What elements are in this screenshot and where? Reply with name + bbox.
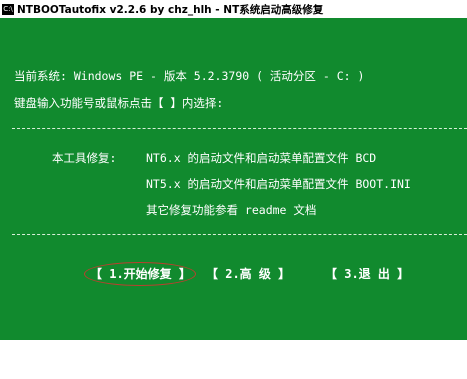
repair-item-readme: 其它修复功能参看 readme 文档 — [146, 203, 317, 217]
prompt-line: 键盘输入功能号或鼠标点击【 】内选择: — [14, 96, 224, 110]
exit-button[interactable]: 【 3.退 出 】 — [325, 266, 409, 282]
divider-bottom — [12, 234, 467, 236]
divider-top — [12, 128, 467, 130]
repair-intro-label: 本工具修复: — [52, 151, 117, 165]
window-title: NTBOOTautofix v2.2.6 by chz_hlh - NT系统启动… — [17, 3, 324, 16]
advanced-button[interactable]: 【 2.高 级 】 — [206, 266, 290, 282]
start-repair-button[interactable]: 【 1.开始修复 】 — [90, 266, 191, 282]
title-bar[interactable]: C:\ NTBOOTautofix v2.2.6 by chz_hlh - NT… — [0, 0, 467, 18]
repair-item-nt5: NT5.x 的启动文件和启动菜单配置文件 BOOT.INI — [146, 177, 411, 191]
repair-item-nt6: NT6.x 的启动文件和启动菜单配置文件 BCD — [146, 151, 377, 165]
console-window: C:\ NTBOOTautofix v2.2.6 by chz_hlh - NT… — [0, 0, 467, 340]
console-icon: C:\ — [2, 3, 14, 15]
system-info-line: 当前系统: Windows PE - 版本 5.2.3790 ( 活动分区 - … — [14, 69, 365, 83]
